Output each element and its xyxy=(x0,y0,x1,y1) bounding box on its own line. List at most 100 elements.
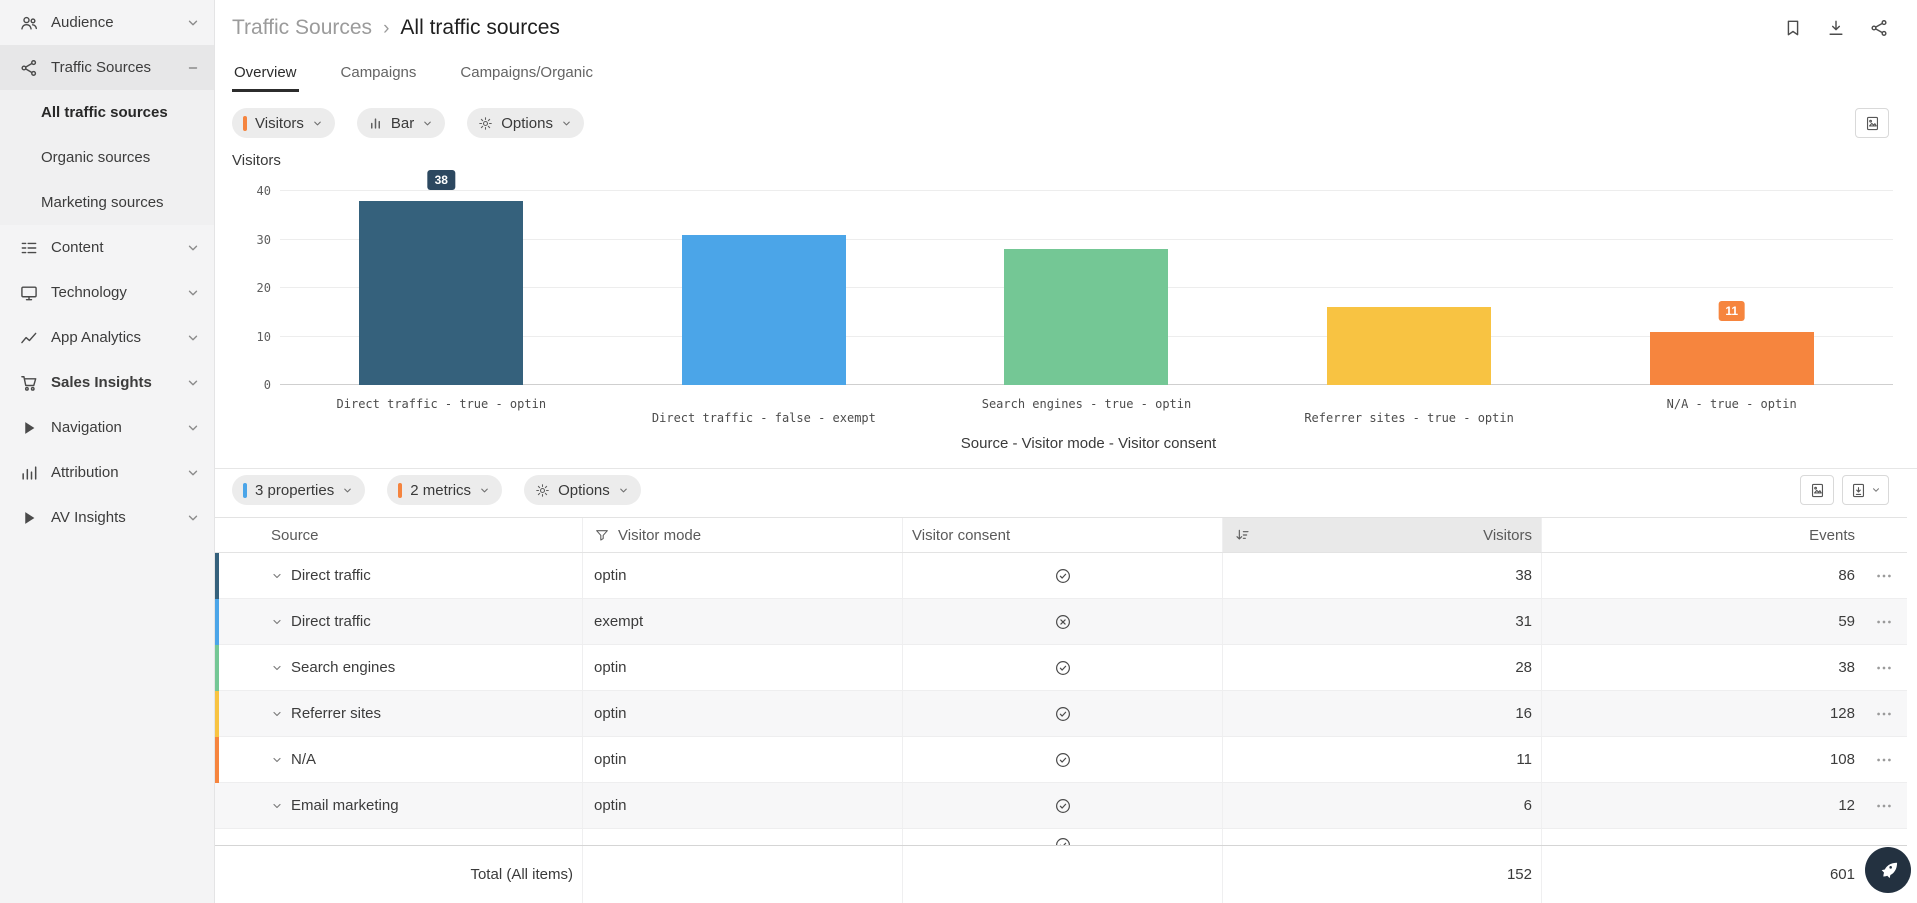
chevron-down-icon xyxy=(342,485,353,496)
bookmark-icon[interactable] xyxy=(1783,18,1803,38)
chevron-down-icon xyxy=(312,118,323,129)
bar-direct-traffic-false-exempt[interactable] xyxy=(682,235,846,385)
x-axis-labels: Direct traffic - true - optinDirect traf… xyxy=(280,397,1893,433)
sidebar-item-content[interactable]: Content xyxy=(0,225,214,270)
table-row-direct-traffic-optin[interactable]: Direct traffic optin 38 86 xyxy=(215,553,1907,599)
table-row-partial xyxy=(215,829,1907,845)
bar-slots: 38 11 xyxy=(280,191,1893,385)
navigation-icon xyxy=(19,418,39,438)
chart-type-picker[interactable]: Bar xyxy=(357,108,445,138)
chart-controls: Visitors Bar Options xyxy=(215,108,1917,138)
sidebar-item-navigation[interactable]: Navigation xyxy=(0,405,214,450)
bar-referrer-sites-true-optin[interactable] xyxy=(1327,307,1491,385)
file-download-icon xyxy=(1850,482,1867,499)
bar-slot: 11 xyxy=(1570,191,1893,385)
table-row-direct-traffic-exempt[interactable]: Direct traffic exempt 31 59 xyxy=(215,599,1907,645)
consent-cross-icon xyxy=(1054,613,1072,631)
y-tick-label: 0 xyxy=(264,378,271,392)
download-icon[interactable] xyxy=(1826,18,1846,38)
sidebar-item-app-analytics[interactable]: App Analytics xyxy=(0,315,214,360)
row-menu-icon[interactable] xyxy=(1874,704,1894,724)
table-total-row: Total (All items) 152 601 xyxy=(215,845,1907,903)
sales-icon xyxy=(19,373,39,393)
metric-color-marker xyxy=(243,116,247,131)
row-menu-icon[interactable] xyxy=(1874,612,1894,632)
table-options-button[interactable]: Options xyxy=(524,475,641,505)
sidebar-item-marketing-sources[interactable]: Marketing sources xyxy=(0,180,214,225)
chevron-down-icon xyxy=(618,485,629,496)
page-title: All traffic sources xyxy=(400,16,560,40)
table-download-button[interactable] xyxy=(1842,475,1889,505)
column-header-visitor-mode[interactable]: Visitor mode xyxy=(582,518,902,552)
tab-campaigns[interactable]: Campaigns xyxy=(339,54,419,92)
bar-chart-icon xyxy=(368,116,383,131)
sidebar-item-all-traffic-sources[interactable]: All traffic sources xyxy=(0,90,214,135)
bar-value-badge: 38 xyxy=(428,170,455,190)
metrics-picker[interactable]: 2 metrics xyxy=(387,475,502,505)
bar-slot xyxy=(1248,191,1571,385)
sidebar-item-technology[interactable]: Technology xyxy=(0,270,214,315)
row-menu-icon[interactable] xyxy=(1874,566,1894,586)
consent-check-icon xyxy=(1054,836,1072,845)
plot-area: 010203040 38 11 xyxy=(280,191,1893,385)
y-tick-label: 10 xyxy=(257,330,271,344)
table-row-n-a-optin[interactable]: N/A optin 11 108 xyxy=(215,737,1907,783)
total-visitors: 152 xyxy=(1222,846,1541,903)
metrics-color-marker xyxy=(398,483,402,498)
chevron-down-icon xyxy=(186,376,200,390)
section-divider xyxy=(215,468,1917,469)
column-header-visitors[interactable]: Visitors xyxy=(1222,518,1541,552)
chart-export-button[interactable] xyxy=(1855,108,1889,138)
file-image-icon xyxy=(1809,482,1826,499)
data-table: Source Visitor mode Visitor consent Visi… xyxy=(215,517,1907,903)
sidebar-item-av-insights[interactable]: AV Insights xyxy=(0,495,214,540)
table-row-search-engines-optin[interactable]: Search engines optin 28 38 xyxy=(215,645,1907,691)
share-icon[interactable] xyxy=(1869,18,1889,38)
tab-campaigns-organic[interactable]: Campaigns/Organic xyxy=(458,54,595,92)
y-tick-label: 40 xyxy=(257,184,271,198)
table-row-referrer-sites-optin[interactable]: Referrer sites optin 16 128 xyxy=(215,691,1907,737)
expand-row-icon xyxy=(271,570,283,582)
chevron-down-icon xyxy=(1871,485,1881,495)
sidebar-item-organic-sources[interactable]: Organic sources xyxy=(0,135,214,180)
chevron-down-icon xyxy=(186,241,200,255)
chevron-down-icon xyxy=(186,511,200,525)
sidebar-item-audience[interactable]: Audience xyxy=(0,0,214,45)
row-color-strip xyxy=(215,645,219,691)
breadcrumb-parent[interactable]: Traffic Sources xyxy=(232,16,372,40)
chart-options-button[interactable]: Options xyxy=(467,108,584,138)
breadcrumb-separator: › xyxy=(383,18,389,40)
audience-icon xyxy=(19,13,39,33)
metric-picker[interactable]: Visitors xyxy=(232,108,335,138)
row-menu-icon[interactable] xyxy=(1874,658,1894,678)
x-tick-label: Search engines - true - optin xyxy=(925,397,1248,433)
table-row-email-marketing-optin[interactable]: Email marketing optin 6 12 xyxy=(215,783,1907,829)
sidebar-item-attribution[interactable]: Attribution xyxy=(0,450,214,495)
chevron-down-icon xyxy=(186,466,200,480)
column-header-events[interactable]: Events xyxy=(1541,518,1907,552)
x-tick-label: Referrer sites - true - optin xyxy=(1248,411,1571,433)
expand-row-icon xyxy=(271,662,283,674)
bar-direct-traffic-true-optin[interactable] xyxy=(359,201,523,385)
gear-icon xyxy=(478,116,493,131)
tab-overview[interactable]: Overview xyxy=(232,54,299,92)
row-color-strip xyxy=(215,737,219,783)
table-header-row: Source Visitor mode Visitor consent Visi… xyxy=(215,517,1907,553)
bar-n-a-true-optin[interactable] xyxy=(1650,332,1814,385)
y-tick-label: 20 xyxy=(257,281,271,295)
column-header-source[interactable]: Source xyxy=(215,518,582,552)
row-menu-icon[interactable] xyxy=(1874,796,1894,816)
filter-icon xyxy=(594,527,610,543)
properties-picker[interactable]: 3 properties xyxy=(232,475,365,505)
sidebar-item-sales-insights[interactable]: Sales Insights xyxy=(0,360,214,405)
table-export-image-button[interactable] xyxy=(1800,475,1834,505)
traffic-icon xyxy=(19,58,39,78)
sidebar-item-traffic-sources[interactable]: Traffic Sources xyxy=(0,45,214,90)
column-header-visitor-consent[interactable]: Visitor consent xyxy=(902,518,1222,552)
chevron-down-icon xyxy=(186,331,200,345)
row-menu-icon[interactable] xyxy=(1874,750,1894,770)
assistant-fab[interactable] xyxy=(1865,847,1911,893)
y-tick-label: 30 xyxy=(257,233,271,247)
bar-search-engines-true-optin[interactable] xyxy=(1004,249,1168,385)
expand-row-icon xyxy=(271,800,283,812)
